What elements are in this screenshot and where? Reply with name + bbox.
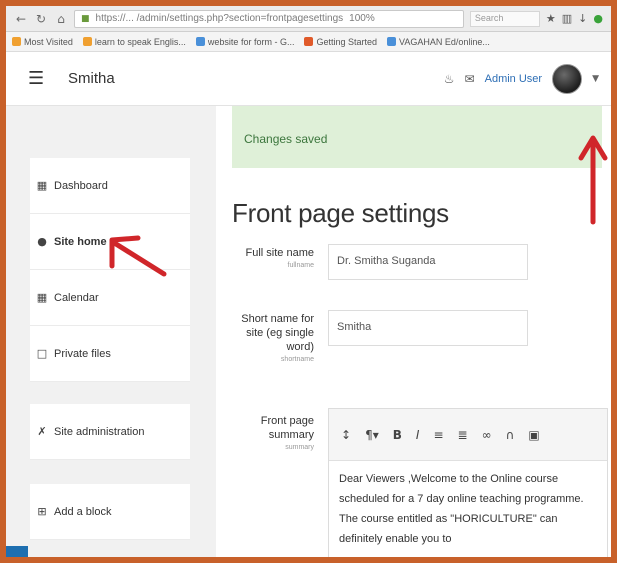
sidebar-item-site-administration[interactable]: ✗ Site administration — [30, 404, 190, 460]
fullname-setting-id: fullname — [287, 262, 314, 269]
bookmark-item[interactable]: learn to speak Englis... — [82, 37, 186, 47]
image-icon[interactable]: ▣ — [528, 428, 539, 442]
paragraph-style-icon[interactable]: ¶▾ — [365, 428, 379, 442]
sidebar-item-label: Calendar — [54, 291, 99, 304]
browser-search-input[interactable]: Search — [469, 10, 540, 27]
bookmark-item[interactable]: Most Visited — [12, 37, 73, 47]
bookmark-icon — [387, 37, 396, 46]
italic-icon[interactable]: I — [416, 428, 420, 442]
summary-setting-id: summary — [285, 444, 314, 451]
home-browser-icon[interactable]: ⌂ — [54, 12, 68, 26]
bullet-list-icon[interactable]: ≡ — [433, 428, 443, 442]
sidebar-item-add-block[interactable]: ⊞ Add a block — [30, 484, 190, 540]
messages-icon[interactable]: ✉ — [465, 72, 475, 86]
success-alert: Changes saved — [232, 106, 602, 168]
user-menu-name[interactable]: Admin User — [485, 73, 542, 85]
address-bar[interactable]: ■ https://... /admin/settings.php?sectio… — [74, 9, 464, 28]
dashboard-icon: ▦ — [36, 179, 48, 192]
browser-toolbar-icons: ★ ▥ ↓ ● — [546, 12, 603, 25]
unlink-icon[interactable]: ∩ — [506, 428, 515, 442]
bold-icon[interactable]: B — [393, 428, 402, 442]
bottom-accent — [6, 546, 28, 557]
url-text: https://... /admin/settings.php?section=… — [95, 13, 344, 24]
editor-toolbar: ↕ ¶▾ B I ≡ ≣ ∞ ∩ ▣ — [329, 409, 607, 461]
bookmark-item[interactable]: website for form - G... — [195, 37, 294, 47]
navbar-user-area: ♨ ✉ Admin User ▼ — [444, 63, 599, 94]
site-navbar: ☰ Smitha ♨ ✉ Admin User ▼ — [6, 52, 611, 106]
extension-icon[interactable]: ● — [593, 12, 603, 25]
bookmarks-bar: Most Visited learn to speak Englis... we… — [6, 32, 611, 52]
numbered-list-icon[interactable]: ≣ — [458, 428, 468, 442]
sidebar-item-private-files[interactable]: □ Private files — [30, 326, 190, 382]
annotation-arrow-site-home — [109, 235, 167, 277]
browser-toolbar: ← ↻ ⌂ ■ https://... /admin/settings.php?… — [6, 6, 611, 32]
zoom-level[interactable]: 100% — [349, 13, 375, 24]
star-icon[interactable]: ★ — [546, 12, 556, 25]
plus-square-icon: ⊞ — [37, 505, 47, 518]
nav-drawer-addblock: ⊞ Add a block — [30, 484, 190, 540]
chevron-down-icon[interactable]: ▼ — [592, 74, 599, 84]
summary-editor[interactable]: ↕ ¶▾ B I ≡ ≣ ∞ ∩ ▣ Dear Viewers ,Welcome… — [328, 408, 608, 557]
link-icon[interactable]: ∞ — [482, 428, 492, 442]
menu-toggle-icon[interactable]: ☰ — [28, 68, 48, 89]
fullname-label: Full site name fullname — [224, 246, 314, 272]
file-icon: □ — [36, 347, 48, 360]
shortname-label: Short name for site (eg single word) sho… — [224, 312, 314, 366]
bookmark-item[interactable]: VAGAHAN Ed/online... — [387, 37, 490, 47]
sidebar-item-label: Add a block — [54, 505, 112, 518]
bookmark-icon — [304, 37, 314, 46]
shortname-input[interactable]: Smitha — [328, 310, 528, 346]
library-icon[interactable]: ▥ — [562, 12, 572, 25]
screenshot-frame: ← ↻ ⌂ ■ https://... /admin/settings.php?… — [0, 0, 617, 563]
reload-icon[interactable]: ↻ — [34, 12, 48, 26]
toolbar-toggle-icon[interactable]: ↕ — [341, 428, 351, 442]
download-icon[interactable]: ↓ — [578, 12, 587, 25]
page-title: Front page settings — [232, 198, 449, 228]
sidebar-item-label: Site home — [54, 235, 107, 248]
fullname-input[interactable]: Dr. Smitha Suganda — [328, 244, 528, 280]
notifications-icon[interactable]: ♨ — [444, 72, 455, 86]
bookmark-icon — [12, 37, 21, 46]
sidebar-item-dashboard[interactable]: ▦ Dashboard — [30, 158, 190, 214]
nav-drawer: ▦ Dashboard ● Site home ▦ Calendar □ Pri… — [6, 106, 216, 557]
home-icon: ● — [37, 235, 47, 248]
sidebar-item-label: Dashboard — [54, 179, 108, 192]
site-name-link[interactable]: Smitha — [68, 70, 115, 87]
nav-drawer-admin: ✗ Site administration — [30, 404, 190, 460]
bookmark-icon — [195, 37, 205, 46]
lock-icon: ■ — [81, 13, 90, 24]
bookmark-icon — [82, 37, 92, 46]
bookmark-item[interactable]: Getting Started — [304, 37, 377, 47]
wrench-icon: ✗ — [37, 425, 47, 438]
back-icon[interactable]: ← — [14, 12, 28, 26]
annotation-arrow-avatar — [578, 135, 608, 225]
avatar[interactable] — [552, 63, 583, 94]
summary-text[interactable]: Dear Viewers ,Welcome to the Online cour… — [329, 461, 607, 557]
calendar-icon: ▦ — [36, 291, 48, 304]
shortname-setting-id: shortname — [280, 356, 314, 363]
sidebar-item-label: Site administration — [54, 425, 145, 438]
sidebar-item-label: Private files — [54, 347, 111, 360]
main-content: Changes saved Front page settings Full s… — [216, 106, 611, 557]
summary-label: Front page summary summary — [224, 414, 314, 454]
